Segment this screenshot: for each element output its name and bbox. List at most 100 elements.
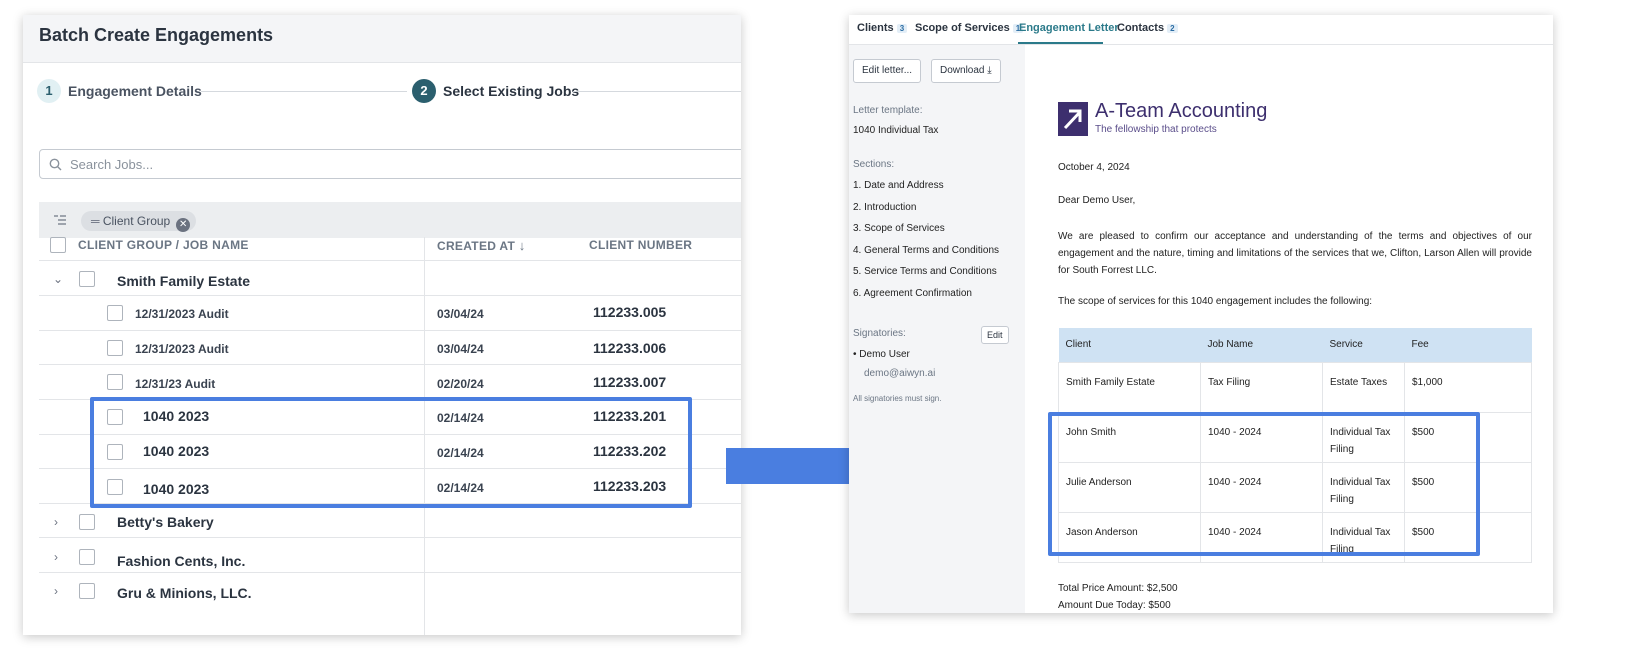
step-1-label[interactable]: Engagement Details bbox=[68, 83, 202, 99]
divider bbox=[39, 572, 741, 573]
tab-clients[interactable]: Clients 3 bbox=[857, 22, 908, 34]
section-item[interactable]: 6. Agreement Confirmation bbox=[853, 288, 972, 299]
batch-create-engagements-panel: Batch Create Engagements 1 Engagement De… bbox=[23, 15, 741, 635]
job-name: 12/31/2023 Audit bbox=[135, 307, 229, 321]
table-header-row: Client Job Name Service Fee bbox=[1058, 328, 1532, 362]
edit-letter-button[interactable]: Edit letter... bbox=[853, 59, 922, 83]
section-item[interactable]: 5. Service Terms and Conditions bbox=[853, 266, 997, 277]
tab-label: Contacts bbox=[1117, 22, 1165, 34]
tab-label: Clients bbox=[857, 22, 894, 34]
letter-greeting: Dear Demo User, bbox=[1058, 195, 1136, 206]
letter-intro: We are pleased to confirm our acceptance… bbox=[1058, 231, 1532, 276]
chevron-down-icon[interactable]: ⌄ bbox=[53, 272, 63, 286]
group-by-icon[interactable] bbox=[53, 214, 67, 226]
search-icon bbox=[49, 158, 62, 171]
signatories-label: Signatories: bbox=[853, 328, 906, 339]
tab-bar: Clients 3 Scope of Services 1 Engagement L… bbox=[849, 15, 1553, 45]
amount-due: Amount Due Today: $500 bbox=[1058, 600, 1171, 611]
job-name: 12/31/2023 Audit bbox=[135, 342, 229, 356]
edit-signatories-button[interactable]: Edit bbox=[981, 326, 1009, 344]
job-client-number: 112233.007 bbox=[593, 374, 667, 390]
company-name: A-Team Accounting bbox=[1095, 100, 1268, 122]
column-header-created-at[interactable]: CREATED AT ↓ bbox=[437, 238, 526, 253]
download-icon: ⤓ bbox=[987, 65, 992, 76]
divider bbox=[39, 260, 741, 261]
engagement-letter-panel: Clients 3 Scope of Services 1 Engagement L… bbox=[849, 15, 1553, 613]
job-created: 03/04/24 bbox=[437, 307, 484, 321]
table-cell: $1,000 bbox=[1404, 361, 1532, 413]
panel-header: Batch Create Engagements bbox=[23, 15, 741, 63]
tab-contacts[interactable]: Contacts 2 bbox=[1117, 22, 1178, 34]
highlight-box bbox=[90, 397, 692, 508]
job-checkbox[interactable] bbox=[107, 305, 123, 321]
tab-label: Engagement Letter bbox=[1019, 22, 1119, 34]
section-item[interactable]: 4. General Terms and Conditions bbox=[853, 245, 999, 256]
signatory-name: Demo User bbox=[859, 349, 910, 360]
step-2-label[interactable]: Select Existing Jobs bbox=[443, 83, 579, 99]
table-row: Smith Family Estate Tax Filing Estate Ta… bbox=[1058, 361, 1532, 413]
table-cell: Tax Filing bbox=[1200, 361, 1323, 413]
client-group-chip[interactable]: ═ Client Group ✕ bbox=[81, 211, 197, 232]
download-label: Download bbox=[940, 65, 985, 76]
tab-label: Scope of Services bbox=[915, 22, 1010, 34]
chevron-right-icon[interactable]: › bbox=[54, 515, 58, 529]
total-price: Total Price Amount: $2,500 bbox=[1058, 583, 1178, 594]
group-name: Betty's Bakery bbox=[117, 514, 214, 530]
step-1-number: 1 bbox=[37, 79, 61, 103]
table-cell: Estate Taxes bbox=[1322, 361, 1405, 413]
page-title: Batch Create Engagements bbox=[39, 25, 274, 45]
group-checkbox[interactable] bbox=[79, 514, 95, 530]
arrow-up-right-icon bbox=[1063, 109, 1082, 130]
group-name: Gru & Minions, LLC. bbox=[117, 585, 252, 601]
step-2-number: 2 bbox=[412, 79, 436, 103]
chip-label: Client Group bbox=[102, 214, 171, 228]
group-checkbox[interactable] bbox=[79, 583, 95, 599]
tab-badge: 3 bbox=[896, 24, 908, 33]
table-header: Job Name bbox=[1200, 328, 1323, 362]
job-client-number: 112233.006 bbox=[593, 340, 667, 356]
signatory-item: • Demo User bbox=[853, 349, 910, 360]
chevron-right-icon[interactable]: › bbox=[54, 550, 58, 564]
scope-intro: The scope of services for this 1040 enga… bbox=[1058, 296, 1373, 307]
divider bbox=[39, 295, 741, 296]
column-header-created-at-label: CREATED AT bbox=[437, 239, 516, 253]
table-header: Service bbox=[1322, 328, 1405, 362]
letter-sidebar: Edit letter... Download ⤓ Letter templat… bbox=[849, 45, 1025, 613]
letter-template-value: 1040 Individual Tax bbox=[853, 125, 939, 136]
section-item[interactable]: 3. Scope of Services bbox=[853, 223, 945, 234]
select-all-checkbox[interactable] bbox=[50, 237, 66, 253]
job-name: 12/31/23 Audit bbox=[135, 377, 216, 391]
search-placeholder: Search Jobs... bbox=[70, 157, 154, 172]
group-checkbox[interactable] bbox=[79, 271, 95, 287]
chevron-right-icon[interactable]: › bbox=[54, 584, 58, 598]
column-header-client-group[interactable]: CLIENT GROUP / JOB NAME bbox=[78, 238, 249, 252]
download-button[interactable]: Download ⤓ bbox=[931, 59, 1001, 83]
section-item[interactable]: 2. Introduction bbox=[853, 202, 916, 213]
filter-bar: ═ Client Group ✕ bbox=[39, 202, 741, 238]
tab-scope-of-services[interactable]: Scope of Services 1 bbox=[915, 22, 1024, 34]
letter-date: October 4, 2024 bbox=[1058, 162, 1130, 173]
signatory-note: All signatories must sign. bbox=[853, 394, 942, 403]
table-header: Fee bbox=[1404, 328, 1532, 362]
company-tagline: The fellowship that protects bbox=[1095, 124, 1217, 135]
remove-chip-icon[interactable]: ✕ bbox=[176, 218, 191, 232]
step-connector bbox=[201, 91, 407, 92]
sections-label: Sections: bbox=[853, 159, 895, 170]
tab-engagement-letter[interactable]: Engagement Letter bbox=[1019, 22, 1119, 34]
job-checkbox[interactable] bbox=[107, 374, 123, 390]
job-checkbox[interactable] bbox=[107, 340, 123, 356]
group-checkbox[interactable] bbox=[79, 549, 95, 565]
group-name: Fashion Cents, Inc. bbox=[117, 553, 246, 569]
tab-badge: 2 bbox=[1167, 24, 1178, 33]
letter-template-label: Letter template: bbox=[853, 105, 923, 116]
highlight-box bbox=[1048, 412, 1480, 556]
active-tab-indicator bbox=[1018, 42, 1103, 44]
search-jobs-input[interactable]: Search Jobs... bbox=[39, 149, 741, 179]
column-header-client-number[interactable]: CLIENT NUMBER bbox=[589, 238, 692, 252]
table-cell: Smith Family Estate bbox=[1058, 361, 1201, 413]
job-created: 03/04/24 bbox=[437, 342, 484, 356]
company-logo bbox=[1058, 102, 1088, 136]
drag-handle-icon: ═ bbox=[91, 214, 103, 228]
group-name: Smith Family Estate bbox=[117, 273, 251, 289]
section-item[interactable]: 1. Date and Address bbox=[853, 180, 944, 191]
